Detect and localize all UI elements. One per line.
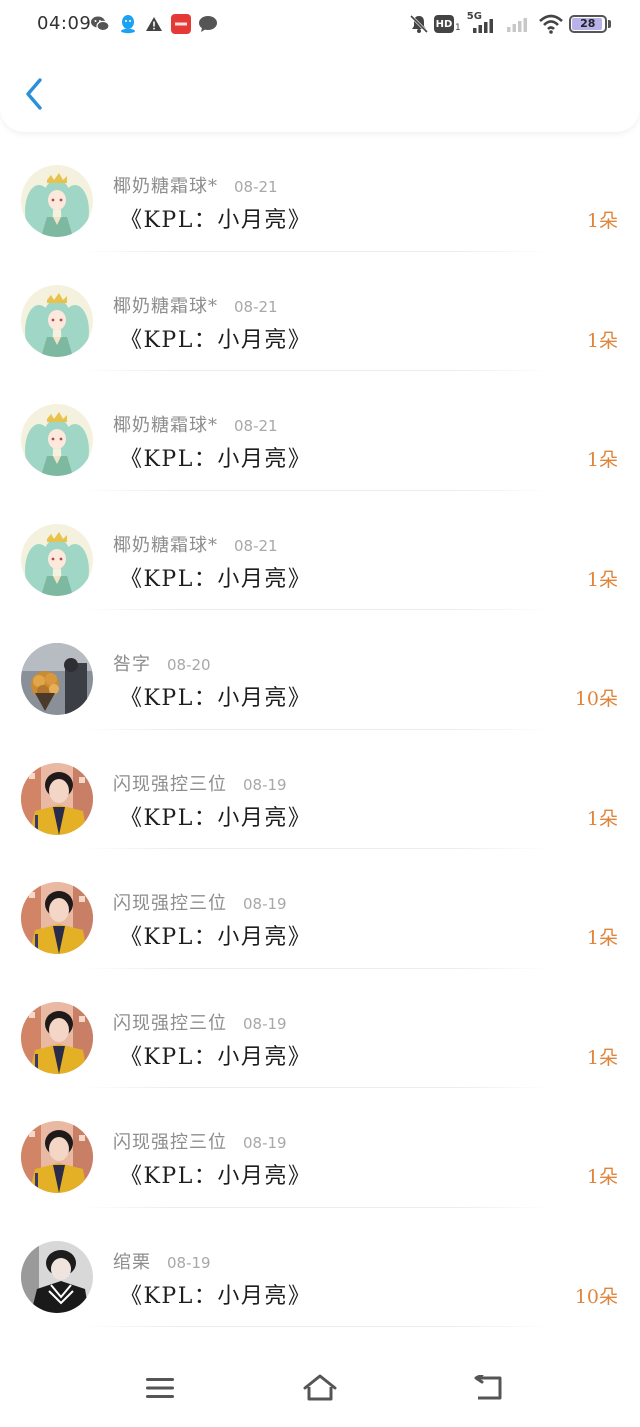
name-line: 闪现强控三位 08-19 [113, 889, 287, 915]
list-item[interactable]: 闪现强控三位 08-19 《KPL：小月亮》 1朵 [0, 849, 640, 969]
back-nav-button[interactable] [468, 1370, 508, 1406]
avatar[interactable] [21, 643, 93, 715]
status-time: 04:09 [37, 13, 92, 34]
name-line: 闪现强控三位 08-19 [113, 1009, 287, 1035]
name-line: 椰奶糖霜球* 08-21 [113, 411, 278, 437]
name-line: 椰奶糖霜球* 08-21 [113, 172, 278, 198]
username[interactable]: 闪现强控三位 [113, 1009, 227, 1035]
avatar[interactable] [21, 882, 93, 954]
gift-title: 《KPL：小月亮》 [120, 1164, 312, 1189]
list-item[interactable]: 椰奶糖霜球* 08-21 《KPL：小月亮》 1朵 [0, 132, 640, 252]
sim-index: 1 [455, 23, 461, 33]
avatar[interactable] [21, 523, 93, 596]
list-item[interactable]: 椰奶糖霜球* 08-21 《KPL：小月亮》 1朵 [0, 371, 640, 491]
username[interactable]: 椰奶糖霜球* [113, 531, 218, 557]
name-line: 椰奶糖霜球* 08-21 [113, 531, 278, 557]
avatar[interactable] [21, 1240, 93, 1313]
gift-date: 08-19 [243, 1014, 287, 1033]
wifi-icon [538, 14, 563, 34]
username[interactable]: 闪现强控三位 [113, 1128, 227, 1154]
username[interactable]: 闪现强控三位 [113, 770, 227, 796]
gift-title: 《KPL：小月亮》 [120, 447, 312, 472]
username[interactable]: 绾栗 [113, 1248, 151, 1274]
gift-title: 《KPL：小月亮》 [120, 1044, 312, 1070]
home-icon [303, 1374, 337, 1401]
avatar[interactable] [21, 1121, 93, 1193]
gift-title: 《KPL：小月亮》 [120, 805, 312, 831]
gift-date: 08-19 [243, 895, 287, 913]
gift-title: 《KPL：小月亮》 [120, 686, 312, 711]
gift-count: 1朵 [586, 568, 618, 591]
qq-icon [118, 14, 138, 34]
navigation-bar [0, 1350, 640, 1427]
status-bar: 04:09 HD 1 5G 28 [0, 0, 640, 48]
name-line: 椰奶糖霜球* 08-21 [113, 292, 278, 318]
chevron-left-icon [26, 78, 42, 110]
gift-date: 08-19 [243, 1134, 287, 1152]
gift-count: 1朵 [586, 210, 618, 232]
header [0, 48, 640, 132]
gift-title: 《KPL：小月亮》 [120, 208, 312, 233]
hd-icon: HD [434, 15, 454, 33]
gift-count: 1朵 [586, 1046, 618, 1069]
app-red-icon [171, 14, 191, 34]
silent-bell-icon [408, 13, 430, 35]
gift-count: 1朵 [586, 927, 618, 949]
gift-count: 1朵 [586, 329, 618, 352]
gift-count: 10朵 [574, 1285, 618, 1308]
signal-weak-icon [506, 17, 529, 32]
wechat-icon [90, 14, 110, 34]
menu-icon [146, 1378, 174, 1398]
gift-count: 10朵 [574, 688, 618, 710]
username[interactable]: 椰奶糖霜球* [113, 411, 218, 437]
network-5g-icon: 5G [467, 11, 497, 35]
gift-title: 《KPL：小月亮》 [120, 925, 312, 950]
gift-title: 《KPL：小月亮》 [120, 1283, 312, 1309]
status-right-icons: HD 1 5G 28 [408, 11, 611, 36]
return-icon [474, 1375, 502, 1400]
gift-date: 08-19 [243, 775, 287, 794]
back-button[interactable] [18, 74, 52, 114]
list-item[interactable]: 咎字 08-20 《KPL：小月亮》 10朵 [0, 610, 640, 730]
home-button[interactable] [300, 1370, 340, 1406]
list-item[interactable]: 闪现强控三位 08-19 《KPL：小月亮》 1朵 [0, 730, 640, 849]
avatar[interactable] [21, 762, 93, 835]
gift-date: 08-21 [234, 417, 278, 435]
name-line: 绾栗 08-19 [113, 1248, 211, 1274]
gift-count: 1朵 [586, 1166, 618, 1188]
list-item[interactable]: 椰奶糖霜球* 08-21 《KPL：小月亮》 1朵 [0, 252, 640, 371]
avatar[interactable] [21, 165, 93, 237]
divider [80, 1326, 550, 1327]
gift-date: 08-20 [167, 656, 211, 674]
name-line: 咎字 08-20 [113, 650, 211, 676]
avatar[interactable] [21, 404, 93, 476]
username[interactable]: 椰奶糖霜球* [113, 172, 218, 198]
message-icon [198, 14, 218, 34]
gift-title: 《KPL：小月亮》 [120, 327, 312, 353]
username[interactable]: 闪现强控三位 [113, 889, 227, 915]
list-item[interactable]: 绾栗 08-19 《KPL：小月亮》 10朵 [0, 1208, 640, 1327]
battery-level: 28 [580, 17, 596, 30]
list-item[interactable]: 闪现强控三位 08-19 《KPL：小月亮》 1朵 [0, 969, 640, 1088]
warning-icon [144, 14, 164, 34]
username[interactable]: 椰奶糖霜球* [113, 292, 218, 318]
battery-icon: 28 [568, 15, 611, 33]
avatar[interactable] [21, 1001, 93, 1074]
username[interactable]: 咎字 [113, 650, 151, 676]
gift-list: 椰奶糖霜球* 08-21 《KPL：小月亮》 1朵 椰奶糖霜球* 08-21 《KPL：小月… [0, 132, 640, 1327]
gift-title: 《KPL：小月亮》 [120, 566, 312, 592]
name-line: 闪现强控三位 08-19 [113, 1128, 287, 1154]
gift-date: 08-21 [234, 297, 278, 316]
avatar[interactable] [21, 284, 93, 357]
gift-date: 08-21 [234, 178, 278, 196]
gift-count: 1朵 [586, 807, 618, 830]
menu-button[interactable] [140, 1370, 180, 1406]
gift-date: 08-21 [234, 536, 278, 555]
list-item[interactable]: 闪现强控三位 08-19 《KPL：小月亮》 1朵 [0, 1088, 640, 1208]
gift-count: 1朵 [586, 449, 618, 471]
gift-date: 08-19 [167, 1253, 211, 1272]
list-item[interactable]: 椰奶糖霜球* 08-21 《KPL：小月亮》 1朵 [0, 491, 640, 610]
name-line: 闪现强控三位 08-19 [113, 770, 287, 796]
